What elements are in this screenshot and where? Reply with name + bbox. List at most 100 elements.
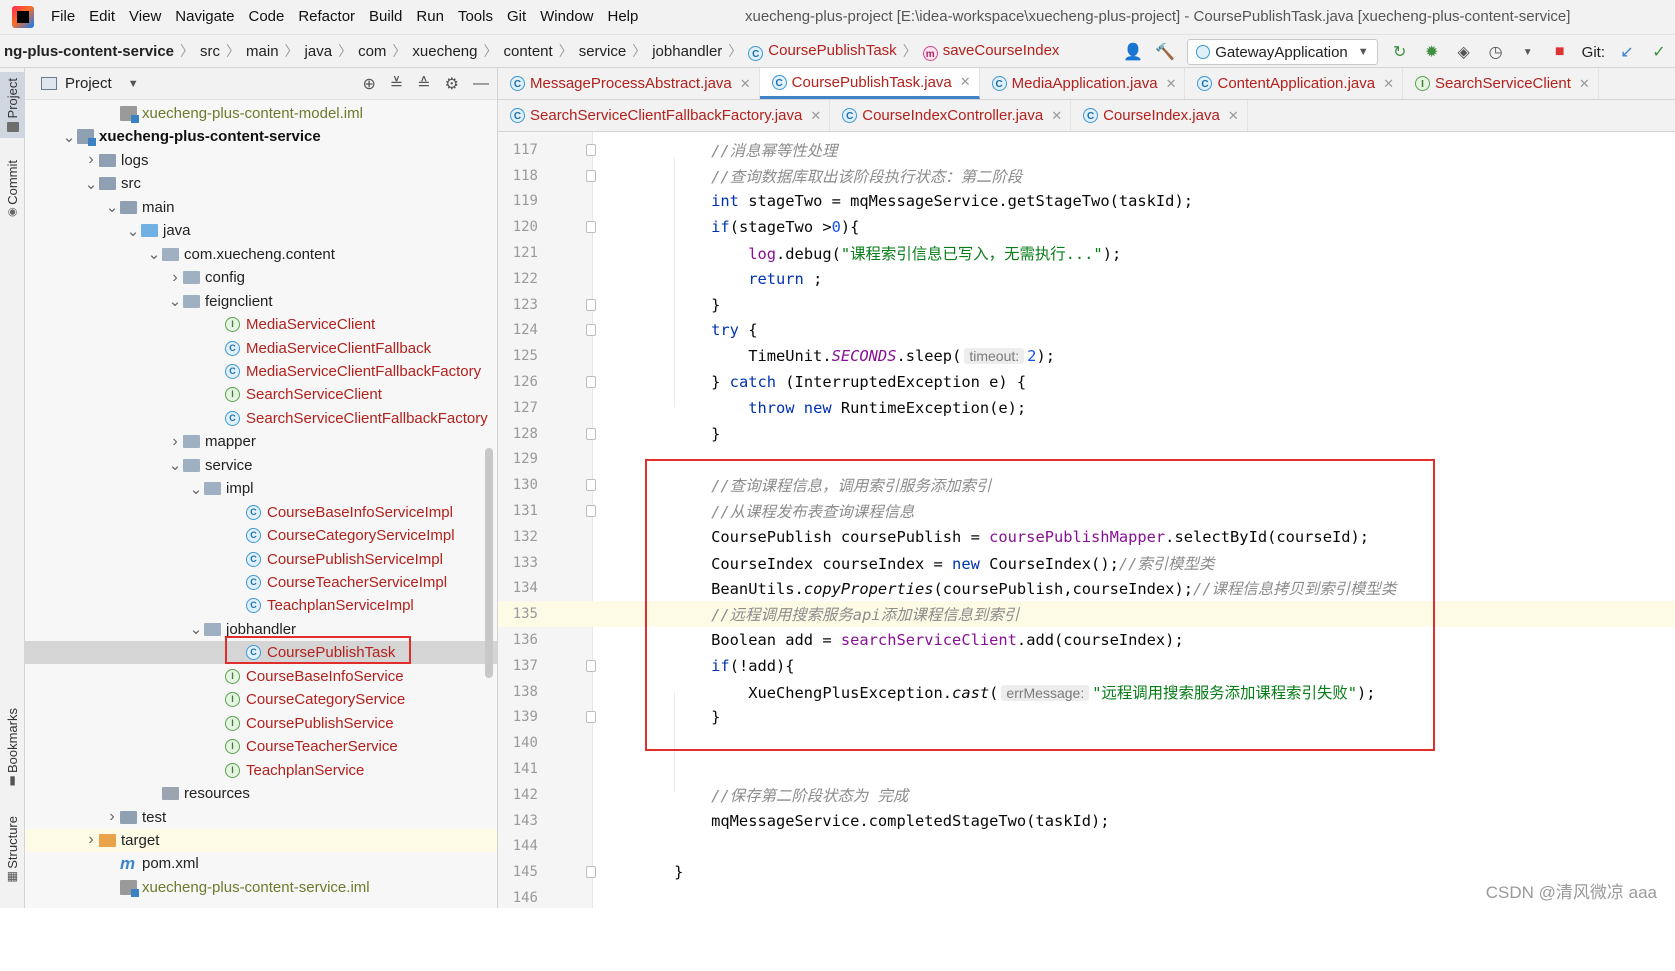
breadcrumb-jobhandler[interactable]: jobhandler	[648, 43, 726, 60]
fold-marker-icon[interactable]	[586, 659, 596, 672]
tree-node[interactable]: C TeachplanServiceImpl	[25, 594, 497, 617]
editor-tab[interactable]: C CourseIndexController.java ✕	[830, 100, 1072, 131]
editor-tab[interactable]: C MediaApplication.java ✕	[980, 68, 1186, 99]
fold-marker-icon[interactable]	[586, 427, 596, 440]
fold-marker-icon[interactable]	[586, 866, 596, 879]
build-hammer-icon[interactable]: 🔨	[1152, 39, 1178, 65]
close-icon[interactable]: ✕	[810, 108, 821, 124]
menu-edit[interactable]: Edit	[82, 0, 122, 34]
coverage-icon[interactable]: ◈	[1451, 39, 1477, 65]
editor-tab[interactable]: I SearchServiceClient ✕	[1403, 68, 1599, 99]
tree-node[interactable]: ⌄ src	[25, 172, 497, 195]
tree-node[interactable]: C MediaServiceClientFallbackFactory	[25, 360, 497, 383]
expand-all-icon[interactable]: ≚	[390, 74, 403, 94]
tree-node[interactable]: I SearchServiceClient	[25, 383, 497, 406]
chevron-down-icon[interactable]: ▼	[1515, 39, 1541, 65]
breadcrumb-main[interactable]: main	[242, 43, 283, 60]
chevron-down-icon[interactable]: ⌄	[188, 620, 204, 638]
tree-node[interactable]: xuecheng-plus-content-service.iml	[25, 876, 497, 899]
editor-tab[interactable]: C ContentApplication.java ✕	[1185, 68, 1403, 99]
menu-tools[interactable]: Tools	[451, 0, 500, 34]
fold-marker-icon[interactable]	[586, 221, 596, 234]
menu-window[interactable]: Window	[533, 0, 600, 34]
menu-navigate[interactable]: Navigate	[168, 0, 241, 34]
editor-tab[interactable]: C CourseIndex.java ✕	[1071, 100, 1248, 131]
menu-run[interactable]: Run	[409, 0, 451, 34]
breadcrumb-com[interactable]: com	[354, 43, 390, 60]
fold-marker-icon[interactable]	[586, 505, 596, 518]
tree-node[interactable]: › config	[25, 266, 497, 289]
chevron-right-icon[interactable]: ›	[104, 808, 120, 826]
chevron-right-icon[interactable]: ›	[167, 269, 183, 287]
fold-marker-icon[interactable]	[586, 298, 596, 311]
run-configuration-select[interactable]: GatewayApplication ▼	[1187, 39, 1378, 65]
project-panel-title[interactable]: Project	[65, 75, 112, 92]
chevron-down-icon[interactable]: ⌄	[125, 222, 141, 240]
tree-node[interactable]: C MediaServiceClientFallback	[25, 337, 497, 360]
tree-node[interactable]: › mapper	[25, 430, 497, 453]
git-commit-icon[interactable]: ✓	[1646, 39, 1672, 65]
tree-node[interactable]: ⌄ impl	[25, 477, 497, 500]
tree-node[interactable]: xuecheng-plus-content-model.iml	[25, 102, 497, 125]
chevron-down-icon[interactable]: ▼	[128, 78, 139, 90]
editor-tab[interactable]: C CoursePublishTask.java ✕	[759, 68, 980, 99]
fold-marker-icon[interactable]	[586, 143, 596, 156]
tool-tab-bookmarks[interactable]: Bookmarks ▮	[0, 708, 25, 787]
tree-node[interactable]: I TeachplanService	[25, 759, 497, 782]
chevron-right-icon[interactable]: ›	[83, 151, 99, 169]
locate-target-icon[interactable]: ⊕	[362, 74, 375, 94]
collapse-all-icon[interactable]: ≙	[417, 74, 430, 94]
breadcrumb-module[interactable]: ng-plus-content-service	[0, 43, 178, 60]
tree-node[interactable]: m pom.xml	[25, 852, 497, 875]
close-icon[interactable]: ✕	[1166, 76, 1177, 92]
tree-node[interactable]: ⌄ java	[25, 219, 497, 242]
tool-tab-structure[interactable]: Structure ▦	[0, 816, 25, 883]
tool-tab-project[interactable]: Project	[0, 72, 25, 139]
tree-node[interactable]: C SearchServiceClientFallbackFactory	[25, 407, 497, 430]
breadcrumb-content[interactable]: content	[499, 43, 556, 60]
close-icon[interactable]: ✕	[960, 74, 971, 90]
menu-build[interactable]: Build	[362, 0, 409, 34]
tree-node[interactable]: resources	[25, 782, 497, 805]
tree-node[interactable]: I CourseBaseInfoService	[25, 665, 497, 688]
tree-node[interactable]: ⌄ feignclient	[25, 290, 497, 313]
chevron-down-icon[interactable]: ⌄	[167, 456, 183, 474]
fold-marker-icon[interactable]	[586, 324, 596, 337]
fold-marker-icon[interactable]	[586, 479, 596, 492]
chevron-down-icon[interactable]: ⌄	[188, 480, 204, 498]
close-icon[interactable]: ✕	[1579, 76, 1590, 92]
breadcrumb-src[interactable]: src	[196, 43, 224, 60]
chevron-down-icon[interactable]: ⌄	[61, 128, 77, 146]
code-editor[interactable]: 117 //消息幂等性处理 118 //查询数据库取出该阶段执行状态：第二阶段 11…	[498, 132, 1675, 908]
tree-node[interactable]: › test	[25, 806, 497, 829]
hide-panel-icon[interactable]: —	[473, 75, 489, 93]
menu-help[interactable]: Help	[601, 0, 646, 34]
breadcrumb-service[interactable]: service	[575, 43, 631, 60]
close-icon[interactable]: ✕	[1051, 108, 1062, 124]
tree-node[interactable]: ⌄ main	[25, 196, 497, 219]
close-icon[interactable]: ✕	[740, 76, 751, 92]
menu-git[interactable]: Git	[500, 0, 533, 34]
breadcrumb-xuecheng[interactable]: xuecheng	[408, 43, 481, 60]
tool-tab-commit[interactable]: Commit ◉	[0, 160, 25, 218]
code-line[interactable]: 128 }	[498, 421, 1675, 447]
tree-node[interactable]: I CourseCategoryService	[25, 688, 497, 711]
menu-refactor[interactable]: Refactor	[291, 0, 362, 34]
editor-tab[interactable]: C SearchServiceClientFallbackFactory.java…	[498, 100, 831, 131]
tree-node[interactable]: › target	[25, 828, 497, 852]
menu-view[interactable]: View	[122, 0, 168, 34]
menu-code[interactable]: Code	[241, 0, 291, 34]
close-icon[interactable]: ✕	[1228, 108, 1239, 124]
tree-node[interactable]: C CourseCategoryServiceImpl	[25, 524, 497, 547]
breadcrumb-java[interactable]: java	[301, 43, 337, 60]
tree-node[interactable]: ⌄ service	[25, 454, 497, 477]
tree-scrollbar[interactable]	[485, 448, 493, 678]
fold-marker-icon[interactable]	[586, 169, 596, 182]
editor-tab[interactable]: C MessageProcessAbstract.java ✕	[498, 68, 760, 99]
tree-node[interactable]: I MediaServiceClient	[25, 313, 497, 336]
chevron-down-icon[interactable]: ⌄	[83, 175, 99, 193]
tree-node[interactable]: I CoursePublishService	[25, 712, 497, 735]
stop-icon[interactable]: ■	[1547, 39, 1573, 65]
chevron-right-icon[interactable]: ›	[167, 433, 183, 451]
rerun-icon[interactable]: ↻	[1387, 39, 1413, 65]
